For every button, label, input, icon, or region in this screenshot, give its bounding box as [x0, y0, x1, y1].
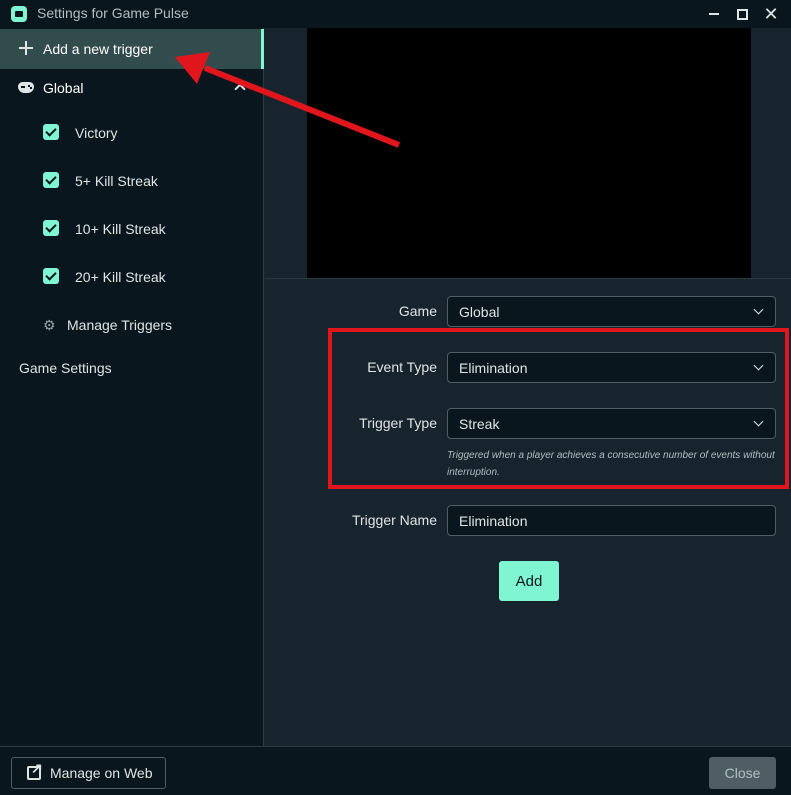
- sidebar-item-10-kill-streak[interactable]: 10+ Kill Streak: [0, 213, 264, 243]
- minimize-button[interactable]: [703, 3, 725, 25]
- game-select[interactable]: Global: [447, 296, 776, 327]
- sidebar-item-label: 5+ Kill Streak: [75, 173, 158, 189]
- sidebar-item-label: 20+ Kill Streak: [75, 269, 166, 285]
- sidebar-item-label: Victory: [75, 125, 118, 141]
- plus-icon: [19, 41, 33, 55]
- checkbox-checked-icon[interactable]: [43, 172, 59, 188]
- footer: Manage on Web Close: [0, 746, 791, 795]
- gear-icon: ⚙: [43, 317, 56, 333]
- title-bar: Settings for Game Pulse ✕: [0, 0, 791, 28]
- annotation-highlight-box: [328, 328, 789, 489]
- maximize-icon: [736, 8, 748, 20]
- sidebar-item-5-kill-streak[interactable]: 5+ Kill Streak: [0, 165, 264, 195]
- chevron-up-icon[interactable]: [234, 83, 246, 95]
- chevron-down-icon: [753, 304, 764, 315]
- window-title: Settings for Game Pulse: [37, 5, 189, 21]
- manage-on-web-label: Manage on Web: [50, 765, 153, 781]
- sidebar-item-label: 10+ Kill Streak: [75, 221, 166, 237]
- checkbox-checked-icon[interactable]: [43, 268, 59, 284]
- window-close-button[interactable]: ✕: [760, 3, 782, 25]
- sidebar-group-label: Global: [43, 80, 84, 96]
- sidebar-item-manage-triggers[interactable]: ⚙ Manage Triggers: [0, 309, 264, 339]
- manage-triggers-label: Manage Triggers: [67, 317, 173, 333]
- trigger-name-label: Trigger Name: [351, 512, 437, 528]
- checkbox-checked-icon[interactable]: [43, 220, 59, 236]
- app-icon: [11, 6, 27, 22]
- maximize-button[interactable]: [731, 3, 753, 25]
- sidebar-item-victory[interactable]: Victory: [0, 117, 264, 147]
- sidebar-item-20-kill-streak[interactable]: 20+ Kill Streak: [0, 261, 264, 291]
- checkbox-checked-icon[interactable]: [43, 124, 59, 140]
- close-button[interactable]: Close: [709, 757, 776, 789]
- sidebar: Add a new trigger Global Victory 5+ Kill…: [0, 28, 264, 746]
- sidebar-group-global[interactable]: Global: [0, 73, 264, 103]
- sidebar-item-game-settings[interactable]: Game Settings: [19, 360, 112, 376]
- external-link-icon: [27, 760, 43, 780]
- game-select-value: Global: [459, 304, 500, 320]
- close-icon: ✕: [763, 4, 779, 24]
- trigger-name-value: Elimination: [459, 513, 528, 529]
- game-label: Game: [398, 303, 437, 319]
- add-new-trigger-button[interactable]: Add a new trigger: [0, 29, 264, 69]
- gamepad-icon: [18, 82, 34, 93]
- divider: [265, 278, 791, 279]
- add-button[interactable]: Add: [499, 561, 559, 601]
- trigger-name-input[interactable]: Elimination: [447, 505, 776, 536]
- minimize-icon: [709, 13, 719, 15]
- trigger-preview: [307, 28, 751, 278]
- manage-on-web-button[interactable]: Manage on Web: [11, 757, 166, 789]
- add-new-trigger-label: Add a new trigger: [43, 41, 153, 57]
